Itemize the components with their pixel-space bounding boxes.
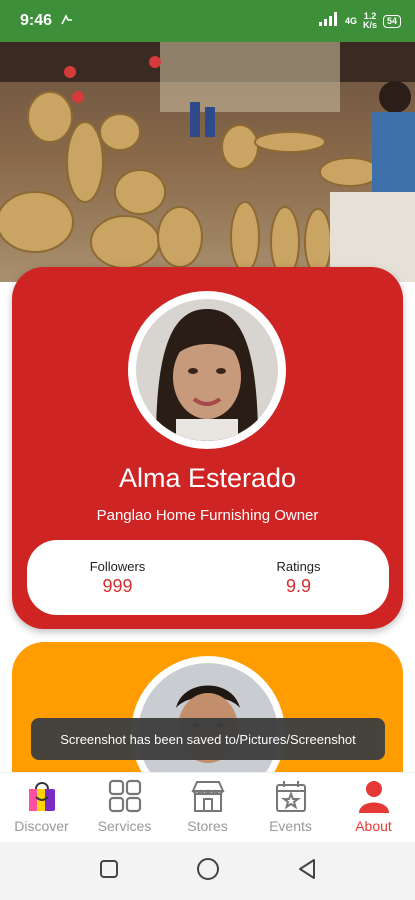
ratings-label: Ratings (276, 558, 321, 574)
square-icon[interactable] (99, 859, 119, 884)
app-screen: 9:46 4G 1.2 K/s 54 Alma Esterado Panglao… (0, 0, 415, 900)
ratings-value: 9.9 (285, 575, 312, 596)
ratings-stat[interactable]: Ratings 9.9 (208, 540, 389, 615)
nav-item-discover[interactable]: Discover (0, 773, 83, 842)
notification-icon (60, 13, 74, 29)
calendar-star-icon (273, 778, 309, 814)
person-icon (356, 778, 392, 814)
followers-value: 999 (102, 575, 133, 596)
nav-label-stores: Stores (187, 818, 228, 834)
profile-stats: Followers 999 Ratings 9.9 (27, 540, 389, 615)
network-speed-unit: K/s (362, 20, 377, 30)
nav-label-events: Events (269, 818, 312, 834)
grid-icon (107, 778, 143, 814)
woven-baskets-photo (0, 42, 415, 282)
storefront-icon (190, 778, 226, 814)
signal-icon (318, 11, 339, 31)
bottom-navigation: Discover Services Stores Events About (0, 772, 415, 842)
nav-label-about: About (355, 818, 392, 834)
toast-message: Screenshot has been saved to/Pictures/Sc… (31, 718, 385, 760)
circle-icon[interactable] (196, 857, 220, 886)
status-icons: 4G 1.2 K/s 54 (318, 11, 401, 31)
followers-label: Followers (89, 558, 146, 574)
profile-role: Panglao Home Furnishing Owner (96, 507, 319, 524)
status-bar: 9:46 4G 1.2 K/s 54 (0, 0, 415, 42)
profile-name: Alma Esterado (118, 463, 297, 493)
network-speed: 1.2 K/s (363, 12, 377, 30)
shopping-bag-icon (24, 778, 60, 814)
avatar (136, 299, 278, 441)
nav-item-stores[interactable]: Stores (166, 773, 249, 842)
nav-item-about[interactable]: About (332, 773, 415, 842)
followers-stat[interactable]: Followers 999 (27, 540, 208, 615)
nav-label-services: Services (97, 818, 152, 834)
profile-card: Alma Esterado Panglao Home Furnishing Ow… (12, 267, 403, 629)
battery-icon: 54 (382, 14, 401, 28)
triangle-back-icon[interactable] (297, 858, 317, 885)
nav-item-services[interactable]: Services (83, 773, 166, 842)
system-navigation (0, 842, 415, 900)
nav-label-discover: Discover (14, 818, 69, 834)
nav-item-events[interactable]: Events (249, 773, 332, 842)
status-time: 9:46 (20, 12, 53, 29)
network-type: 4G (344, 15, 357, 26)
profile-avatar[interactable] (128, 291, 286, 449)
